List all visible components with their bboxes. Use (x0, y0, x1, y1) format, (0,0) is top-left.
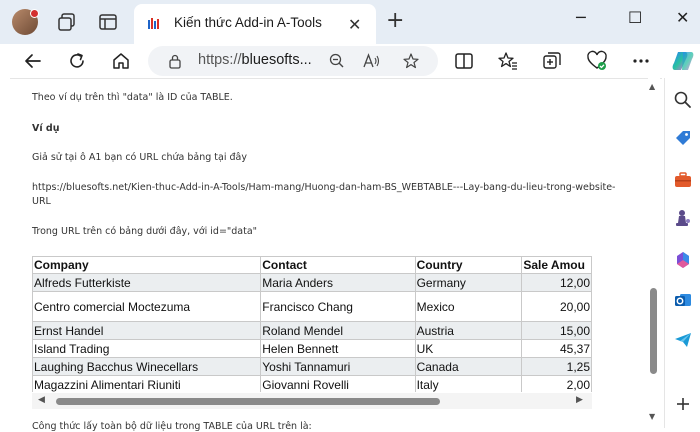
favorite-star-icon[interactable] (402, 52, 420, 70)
cell-company: Island Trading (32, 339, 262, 358)
maximize-button[interactable]: ☐ (628, 8, 642, 27)
horizontal-scroll-thumb[interactable] (56, 398, 440, 405)
send-telegram-icon[interactable] (673, 330, 693, 350)
table-row: Alfreds Futterkiste Maria Anders Germany… (32, 273, 592, 292)
cell-contact: Helen Bennett (260, 339, 416, 358)
data-table: Company Contact Country Sale Amou Alfred… (32, 256, 592, 392)
notification-badge (30, 9, 39, 18)
scroll-up-arrow-icon[interactable]: ▲ (649, 82, 655, 91)
cell-company: Ernst Handel (32, 321, 262, 340)
cell-country: Austria (414, 321, 523, 340)
favorites-icon[interactable] (497, 50, 519, 72)
header-company: Company (32, 256, 262, 274)
active-tab[interactable]: Kiến thức Add-in A-Tools ✕ (134, 4, 376, 44)
back-arrow-icon[interactable] (22, 50, 44, 72)
more-options-icon[interactable] (630, 50, 652, 72)
microsoft-365-icon[interactable] (673, 250, 693, 270)
cell-sale-amount: 20,00 (521, 291, 592, 322)
site-favicon-icon (148, 18, 159, 29)
scroll-down-arrow-icon[interactable]: ▼ (649, 412, 655, 421)
cell-sale-amount: 12,00 (521, 273, 592, 292)
minimize-button[interactable]: ─ (576, 8, 586, 27)
games-chess-icon[interactable] (673, 208, 693, 228)
header-contact: Contact (260, 256, 416, 274)
paragraph-table-intro: Trong URL trên có bảng dưới đây, với id=… (32, 226, 258, 237)
cell-company: Laughing Bacchus Winecellars (32, 357, 262, 376)
scroll-left-arrow-icon[interactable]: ◀ (38, 395, 45, 405)
new-tab-button[interactable]: + (386, 10, 404, 32)
example-url-line-1: https://bluesofts.net/Kien-thuc-Add-in-A… (32, 182, 616, 193)
cell-sale-amount: 15,00 (521, 321, 592, 340)
close-window-button[interactable]: ✕ (676, 8, 689, 27)
shopping-tag-icon[interactable] (673, 128, 693, 148)
table-row: Centro comercial Moctezuma Francisco Cha… (32, 291, 592, 322)
address-bar[interactable]: https://bluesofts... (148, 46, 438, 76)
url-text: https://bluesofts... (198, 52, 312, 68)
refresh-icon[interactable] (66, 50, 88, 72)
data-table-container: Company Contact Country Sale Amou Alfred… (32, 256, 592, 392)
cell-sale-amount: 2,00 (521, 375, 592, 392)
lock-icon[interactable] (168, 53, 182, 69)
cell-contact: Maria Anders (260, 273, 416, 292)
add-sidebar-app-icon[interactable] (673, 394, 693, 414)
collections-icon[interactable] (541, 50, 563, 72)
cell-company: Magazzini Alimentari Riuniti (32, 375, 262, 392)
outlook-icon[interactable] (673, 290, 693, 310)
split-screen-icon[interactable] (453, 50, 475, 72)
cell-company: Centro comercial Moctezuma (32, 291, 262, 322)
read-aloud-icon[interactable] (362, 52, 380, 70)
scroll-right-arrow-icon[interactable]: ▶ (576, 395, 583, 405)
table-horizontal-scrollbar[interactable]: ◀ ▶ (32, 393, 592, 409)
cell-country: Mexico (414, 291, 523, 322)
vertical-scroll-thumb[interactable] (650, 288, 657, 374)
paragraph-example-intro: Giả sử tại ô A1 bạn có URL chứa bảng tại… (32, 152, 247, 163)
cell-sale-amount: 45,37 (521, 339, 592, 358)
table-row: Magazzini Alimentari Riuniti Giovanni Ro… (32, 375, 592, 392)
tab-actions-icon[interactable] (97, 11, 119, 33)
navigation-bar: https://bluesofts... (0, 44, 700, 78)
cell-country: UK (414, 339, 523, 358)
example-heading: Ví dụ (32, 123, 60, 134)
tab-title: Kiến thức Add-in A-Tools (174, 15, 322, 30)
copilot-icon[interactable] (670, 48, 696, 74)
cell-country: Italy (414, 375, 523, 392)
paragraph-id-explanation: Theo ví dụ trên thì "data" là ID của TAB… (32, 92, 233, 103)
workspaces-icon[interactable] (56, 11, 78, 33)
cell-company: Alfreds Futterkiste (32, 273, 262, 292)
page-vertical-scrollbar[interactable]: ▲ ▼ (648, 78, 660, 428)
cell-contact: Yoshi Tannamuri (260, 357, 416, 376)
browser-essentials-icon[interactable] (586, 50, 608, 72)
header-country: Country (414, 256, 523, 274)
cell-sale-amount: 1,25 (521, 357, 592, 376)
zoom-out-icon[interactable] (328, 52, 346, 70)
edge-sidebar (664, 78, 700, 428)
example-url-line-2: URL (32, 196, 51, 207)
paragraph-formula-intro: Công thức lấy toàn bộ dữ liệu trong TABL… (32, 421, 312, 432)
tools-briefcase-icon[interactable] (673, 170, 693, 190)
search-icon[interactable] (673, 90, 693, 110)
table-header-row: Company Contact Country Sale Amou (32, 256, 592, 274)
title-bar: Kiến thức Add-in A-Tools ✕ + ─ ☐ ✕ (0, 0, 700, 44)
table-row: Ernst Handel Roland Mendel Austria 15,00 (32, 321, 592, 340)
table-row: Laughing Bacchus Winecellars Yoshi Tanna… (32, 357, 592, 376)
cell-country: Germany (414, 273, 523, 292)
header-sale-amount: Sale Amou (521, 256, 592, 274)
cell-contact: Roland Mendel (260, 321, 416, 340)
cell-contact: Francisco Chang (260, 291, 416, 322)
table-row: Island Trading Helen Bennett UK 45,37 (32, 339, 592, 358)
cell-contact: Giovanni Rovelli (260, 375, 416, 392)
home-icon[interactable] (110, 50, 132, 72)
cell-country: Canada (414, 357, 523, 376)
tab-close-icon[interactable]: ✕ (348, 15, 361, 34)
page-content: Theo ví dụ trên thì "data" là ID của TAB… (10, 78, 662, 432)
